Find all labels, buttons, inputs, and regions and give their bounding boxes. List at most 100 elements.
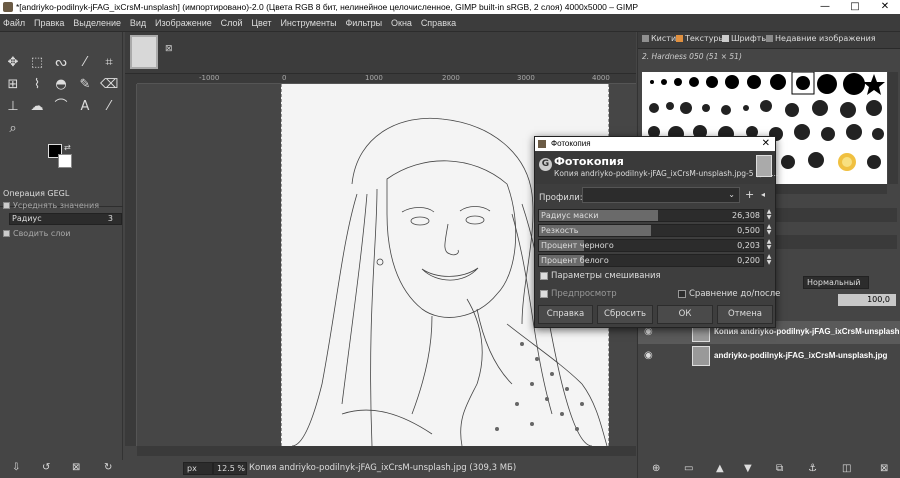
mask-radius-slider[interactable]: Радиус маски 26,308 — [538, 209, 764, 222]
new-group-icon[interactable]: ▭ — [684, 463, 693, 474]
menu-layer[interactable]: Слой — [218, 14, 246, 32]
dialog-titlebar[interactable]: Фотокопия ✕ — [535, 137, 775, 151]
menu-view[interactable]: Вид — [127, 14, 149, 32]
crop-tool-icon[interactable]: ⌗ — [100, 54, 118, 72]
help-button[interactable]: Справка — [538, 305, 593, 324]
recent-images-icon — [766, 35, 773, 42]
anchor-layer-icon[interactable]: ⚓ — [808, 463, 817, 474]
raise-layer-icon[interactable]: ▲ — [716, 463, 724, 474]
unit-select[interactable]: px — [183, 462, 213, 475]
color-picker-tool-icon[interactable]: ⁄ — [100, 98, 118, 116]
zoom-select[interactable]: 12.5 % — [213, 462, 247, 475]
layer-row[interactable]: ◉ andriyko-podilnyk-jFAG_ixCrsM-unsplash… — [638, 345, 900, 368]
spin-arrows-icon[interactable]: ▲ ▼ — [765, 254, 773, 267]
sharpness-slider[interactable]: Резкость 0,500 — [538, 224, 764, 237]
photocopy-dialog: Фотокопия ✕ G Фотокопия Копия andriyko-p… — [534, 136, 780, 328]
smudge-tool-icon[interactable]: ☁ — [28, 98, 46, 116]
text-tool-icon[interactable]: A — [76, 98, 94, 116]
pattern-icon — [676, 35, 683, 42]
presets-select[interactable]: ⌄ — [582, 187, 740, 203]
cancel-button[interactable]: Отмена — [717, 305, 773, 324]
menu-image[interactable]: Изображение — [152, 14, 215, 32]
radius-field[interactable]: Радиус 3 — [9, 213, 122, 225]
menu-windows[interactable]: Окна — [388, 14, 415, 32]
presets-label: Профили: — [539, 193, 583, 203]
slider-label: Резкость — [541, 226, 579, 235]
delete-options-icon[interactable]: ⊠ — [72, 462, 80, 473]
tab-brushes[interactable]: Кисти — [642, 34, 676, 43]
ruler-tick-label: 3000 — [517, 74, 535, 82]
zoom-tool-icon[interactable]: ⌕ — [4, 120, 22, 138]
checkbox-icon[interactable] — [3, 230, 10, 237]
reset-options-icon[interactable]: ↻ — [104, 462, 112, 473]
checkbox-icon[interactable] — [540, 289, 548, 298]
blending-options-expander[interactable]: Параметры смешивания — [540, 271, 661, 281]
layers-bottom-bar: ⊕ ▭ ▲ ▼ ⧉ ⚓ ◫ ⊠ — [638, 462, 900, 478]
checkbox-icon[interactable] — [678, 289, 686, 298]
mask-layer-icon[interactable]: ◫ — [842, 463, 851, 474]
close-tab-icon[interactable]: ⊠ — [165, 44, 173, 54]
vertical-ruler[interactable] — [125, 84, 137, 446]
horizontal-ruler[interactable]: -1000 0 1000 2000 3000 4000 — [137, 74, 636, 84]
duplicate-layer-icon[interactable]: ⧉ — [776, 463, 783, 474]
menu-select[interactable]: Выделение — [70, 14, 124, 32]
tab-recent-images[interactable]: Недавние изображения — [766, 34, 876, 43]
tab-patterns[interactable]: Текстуры — [676, 34, 725, 43]
menu-file[interactable]: Файл — [0, 14, 28, 32]
ok-button[interactable]: ОК — [657, 305, 713, 324]
warp-tool-icon[interactable]: ⌇ — [28, 76, 46, 94]
eye-icon[interactable]: ◉ — [644, 350, 653, 361]
lower-layer-icon[interactable]: ▼ — [744, 463, 752, 474]
menu-edit[interactable]: Правка — [31, 14, 67, 32]
reset-button[interactable]: Сбросить — [597, 305, 653, 324]
brush-scrollbar[interactable] — [888, 72, 898, 184]
restore-options-icon[interactable]: ↺ — [42, 462, 50, 473]
move-tool-icon[interactable]: ✥ — [4, 54, 22, 72]
checkbox-icon[interactable] — [3, 202, 10, 209]
white-percent-slider[interactable]: Процент белого 0,200 — [538, 254, 764, 267]
menu-tools[interactable]: Инструменты — [277, 14, 339, 32]
dialog-close-button[interactable]: ✕ — [762, 137, 770, 151]
background-color-swatch[interactable] — [58, 154, 72, 168]
add-preset-icon[interactable]: + — [745, 188, 754, 201]
menu-help[interactable]: Справка — [418, 14, 459, 32]
status-bar: px 12.5 % Копия andriyko-podilnyk-jFAG_i… — [125, 460, 636, 478]
layer-opacity[interactable]: 100,0 — [838, 294, 896, 306]
swap-colors-icon[interactable]: ⇄ — [64, 143, 71, 152]
tab-fonts[interactable]: Шрифты — [722, 34, 768, 43]
image-tab-thumbnail[interactable] — [130, 35, 158, 69]
slider-value: 0,203 — [737, 241, 760, 250]
spin-arrows-icon[interactable]: ▲ ▼ — [765, 239, 773, 252]
preview-checkbox[interactable]: Предпросмотр — [540, 289, 617, 299]
transform-tool-icon[interactable]: ⊞ — [4, 76, 22, 94]
average-values-option[interactable]: Усреднять значения — [3, 201, 99, 210]
black-percent-slider[interactable]: Процент черного 0,203 — [538, 239, 764, 252]
menu-colors[interactable]: Цвет — [248, 14, 274, 32]
paintbrush-tool-icon[interactable]: ✎ — [76, 76, 94, 94]
expander-icon — [540, 271, 548, 280]
horizontal-scrollbar[interactable] — [137, 446, 636, 456]
spin-arrows-icon[interactable]: ▲ ▼ — [765, 209, 773, 222]
save-options-icon[interactable]: ⇩ — [12, 462, 20, 473]
spin-arrows-icon[interactable]: ▲ ▼ — [765, 224, 773, 237]
close-button[interactable]: ✕ — [870, 0, 900, 14]
rect-select-tool-icon[interactable]: ⬚ — [28, 54, 46, 72]
dock-tabs: Кисти Текстуры Шрифты Недавние изображен… — [638, 32, 900, 49]
minimize-button[interactable]: — — [810, 0, 840, 14]
clone-tool-icon[interactable]: ⊥ — [4, 98, 22, 116]
lasso-tool-icon[interactable]: ᔓ — [52, 54, 70, 72]
new-layer-icon[interactable]: ⊕ — [652, 463, 660, 474]
ruler-tick-label: 0 — [282, 74, 287, 82]
paths-tool-icon[interactable]: ⌒ — [52, 98, 70, 116]
bucket-fill-tool-icon[interactable]: ◓ — [52, 76, 70, 94]
eraser-tool-icon[interactable]: ⌫ — [100, 76, 118, 94]
dialog-header: G Фотокопия Копия andriyko-podilnyk-jFAG… — [535, 152, 778, 184]
layer-mode-select[interactable]: Нормальный — [803, 276, 869, 289]
merge-layers-option[interactable]: Сводить слои — [3, 229, 70, 238]
fuzzy-select-tool-icon[interactable]: ⁄ — [76, 54, 94, 72]
menu-filters[interactable]: Фильтры — [342, 14, 385, 32]
split-view-checkbox[interactable]: Сравнение до/после — [678, 289, 780, 299]
maximize-button[interactable]: □ — [840, 0, 870, 14]
presets-menu-icon[interactable]: ◂ — [761, 190, 765, 199]
delete-layer-icon[interactable]: ⊠ — [880, 463, 888, 474]
